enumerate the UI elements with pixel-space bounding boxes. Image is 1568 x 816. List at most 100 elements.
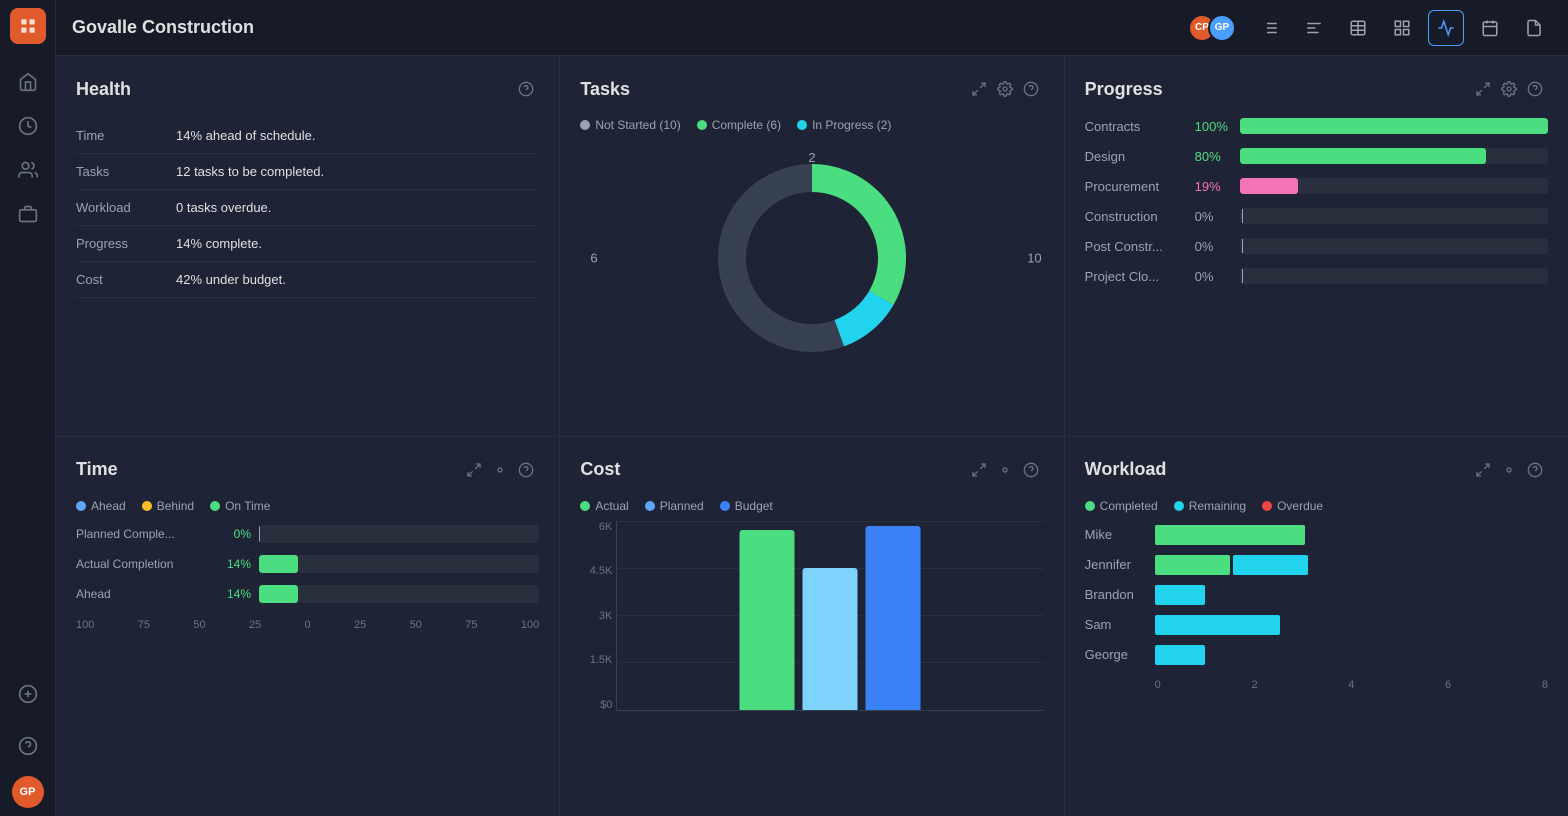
time-row: Actual Completion 14% (76, 555, 539, 573)
project-avatars: CP GP (1188, 14, 1236, 42)
time-row: Ahead 14% (76, 585, 539, 603)
health-row: Workload0 tasks overdue. (76, 190, 539, 226)
time-legend: Ahead Behind On Time (76, 499, 539, 513)
workload-expand-icon[interactable] (1470, 457, 1496, 483)
progress-expand-icon[interactable] (1470, 76, 1496, 102)
time-help-icon[interactable] (513, 457, 539, 483)
sidebar-home[interactable] (10, 64, 46, 100)
workload-legend-item: Overdue (1262, 499, 1323, 513)
tasks-panel: Tasks Not Started (10)Complete (6)In Pro… (560, 56, 1063, 436)
completed-bar (1155, 525, 1305, 545)
cost-help-icon[interactable] (1018, 457, 1044, 483)
time-settings-icon[interactable] (487, 457, 513, 483)
progress-row: Construction 0% (1085, 208, 1548, 224)
cost-legend-item: Actual (580, 499, 628, 513)
tasks-title: Tasks (580, 79, 630, 100)
time-legend-item: Ahead (76, 499, 126, 513)
tasks-settings-icon[interactable] (992, 76, 1018, 102)
cost-bar-actual (740, 530, 795, 710)
remaining-bar (1233, 555, 1308, 575)
cost-legend-item: Planned (645, 499, 704, 513)
progress-row: Post Constr... 0% (1085, 238, 1548, 254)
cost-legend-item: Budget (720, 499, 773, 513)
health-row: Progress14% complete. (76, 226, 539, 262)
gantt-view-button[interactable] (1296, 10, 1332, 46)
health-panel: Health Time14% ahead of schedule.Tasks12… (56, 56, 559, 436)
grid-view-button[interactable] (1384, 10, 1420, 46)
donut-label-complete: 6 (590, 251, 597, 266)
legend-dot (697, 120, 707, 130)
document-view-button[interactable] (1516, 10, 1552, 46)
sidebar-help[interactable] (10, 728, 46, 764)
cost-expand-icon[interactable] (966, 457, 992, 483)
legend-dot (580, 120, 590, 130)
sidebar-timeline[interactable] (10, 108, 46, 144)
health-table: Time14% ahead of schedule.Tasks12 tasks … (76, 118, 539, 298)
sidebar-people[interactable] (10, 152, 46, 188)
progress-settings-icon[interactable] (1496, 76, 1522, 102)
workload-row: Jennifer (1085, 555, 1548, 575)
time-expand-icon[interactable] (461, 457, 487, 483)
remaining-bar (1155, 585, 1205, 605)
time-legend-item: On Time (210, 499, 270, 513)
cost-chart: 6K4.5K3K1.5K$0 (580, 521, 1043, 731)
progress-row: Procurement 19% (1085, 178, 1548, 194)
workload-row: Mike (1085, 525, 1548, 545)
cost-bar-budget (866, 526, 921, 709)
tasks-legend-item: In Progress (2) (797, 118, 891, 132)
time-row: Planned Comple... 0% (76, 525, 539, 543)
donut-label-inprogress: 2 (808, 150, 815, 165)
progress-rows: Contracts 100% Design 80% Procurement 19… (1085, 118, 1548, 284)
completed-bar (1155, 555, 1230, 575)
health-row: Time14% ahead of schedule. (76, 118, 539, 154)
tasks-donut: 2 6 10 (580, 148, 1043, 368)
table-view-button[interactable] (1340, 10, 1376, 46)
cost-title: Cost (580, 459, 620, 480)
calendar-view-button[interactable] (1472, 10, 1508, 46)
cost-settings-icon[interactable] (992, 457, 1018, 483)
health-help-icon[interactable] (513, 76, 539, 102)
cost-bar-planned (803, 568, 858, 710)
progress-panel: Progress Contracts 100% Design 80% Procu… (1065, 56, 1568, 436)
workload-row: Brandon (1085, 585, 1548, 605)
progress-row: Design 80% (1085, 148, 1548, 164)
page-title: Govalle Construction (72, 17, 254, 38)
tasks-expand-icon[interactable] (966, 76, 992, 102)
time-panel: Time Ahead Behind On Time Planned Comple..… (56, 437, 559, 816)
workload-legend-item: Completed (1085, 499, 1158, 513)
app-logo[interactable] (10, 8, 46, 44)
sidebar-portfolio[interactable] (10, 196, 46, 232)
time-legend-item: Behind (142, 499, 194, 513)
health-title: Health (76, 79, 131, 100)
health-row: Tasks12 tasks to be completed. (76, 154, 539, 190)
workload-legend-item: Remaining (1174, 499, 1246, 513)
progress-title: Progress (1085, 79, 1163, 100)
progress-help-icon[interactable] (1522, 76, 1548, 102)
header: Govalle Construction CP GP (56, 0, 1568, 56)
dashboard-view-button[interactable] (1428, 10, 1464, 46)
workload-help-icon[interactable] (1522, 457, 1548, 483)
time-axis: 1007550250255075100 (76, 615, 539, 631)
progress-row: Project Clo... 0% (1085, 268, 1548, 284)
time-chart-rows: Planned Comple... 0% Actual Completion 1… (76, 525, 539, 603)
workload-panel: Workload CompletedRemainingOverdue Mike … (1065, 437, 1568, 816)
workload-axis: 02468 (1085, 675, 1548, 691)
workload-title: Workload (1085, 459, 1167, 480)
user-avatar[interactable]: GP (12, 776, 44, 808)
legend-dot (797, 120, 807, 130)
tasks-help-icon[interactable] (1018, 76, 1044, 102)
remaining-bar (1155, 615, 1280, 635)
workload-settings-icon[interactable] (1496, 457, 1522, 483)
workload-row: George (1085, 645, 1548, 665)
time-title: Time (76, 459, 118, 480)
workload-row: Sam (1085, 615, 1548, 635)
tasks-legend: Not Started (10)Complete (6)In Progress … (580, 118, 1043, 132)
sidebar-add[interactable] (10, 676, 46, 712)
sidebar: GP (0, 0, 56, 816)
health-row: Cost42% under budget. (76, 262, 539, 298)
cost-panel: Cost ActualPlannedBudget 6 (560, 437, 1063, 816)
remaining-bar (1155, 645, 1205, 665)
cost-legend: Actual Planned Budget (580, 499, 1043, 513)
list-view-button[interactable] (1252, 10, 1288, 46)
avatar-gp[interactable]: GP (1208, 14, 1236, 42)
